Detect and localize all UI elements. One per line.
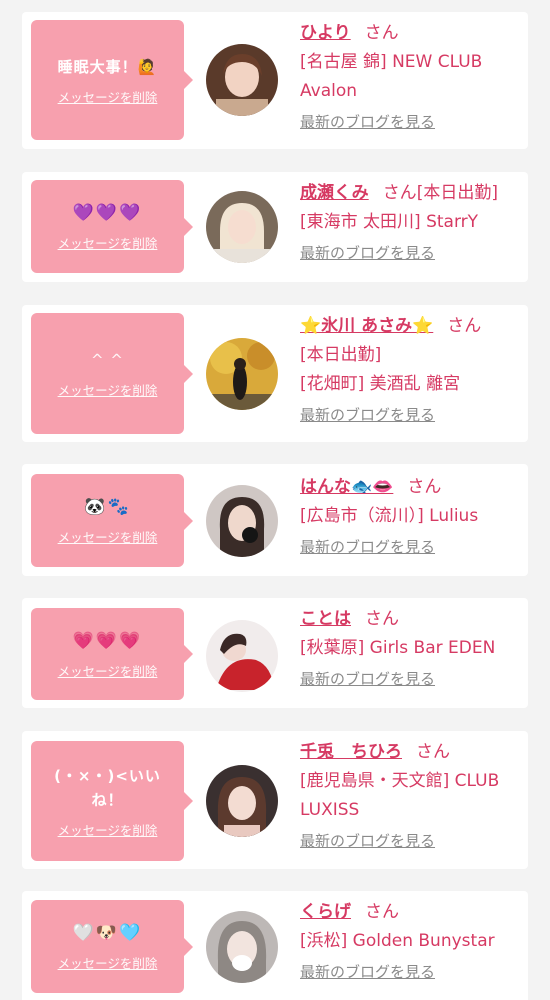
shop-line: [浜松] Golden Bunystar <box>300 931 495 951</box>
message-card: (・×・)<いいね！ メッセージを削除 千兎 ちひろ さん [鹿児島県・天文館] … <box>22 731 528 869</box>
message-text: 🤍🐶🩵 <box>72 923 143 943</box>
cast-info: 千兎 ちひろ さん [鹿児島県・天文館] CLUB LUXISS 最新のブログを見… <box>300 737 518 856</box>
message-text: ^ ^ <box>91 351 124 369</box>
latest-blog-link[interactable]: 最新のブログを見る <box>300 669 435 689</box>
cast-name-link[interactable]: ことは <box>300 609 351 629</box>
message-bubble: 💜💜💜 メッセージを削除 <box>31 180 193 273</box>
message-card: 🤍🐶🩵 メッセージを削除 くらげ さん [浜松] Golden Bunystar … <box>22 891 528 1000</box>
avatar-photo-icon <box>206 485 278 557</box>
message-bubble: 💗💗💗 メッセージを削除 <box>31 608 193 700</box>
delete-message-link[interactable]: メッセージを削除 <box>58 233 158 252</box>
cast-name-link[interactable]: ⭐氷川 あさみ⭐ <box>300 316 433 336</box>
message-card: 💜💜💜 メッセージを削除 成瀬くみ さん[本日出勤] [東海市 太田川] Star… <box>22 172 528 282</box>
avatar[interactable] <box>206 191 278 263</box>
message-text: 💜💜💜 <box>72 203 143 223</box>
honorific: さん <box>407 477 442 497</box>
shop-line: [花畑町] 美酒乱 離宮 <box>300 374 461 394</box>
message-bubble: 🐼🐾 メッセージを削除 <box>31 474 193 567</box>
message-card: 睡眠大事！🙋 メッセージを削除 ひより さん [名古屋 錦] NEW CLUB A… <box>22 12 528 149</box>
message-bubble: ^ ^ メッセージを削除 <box>31 313 193 434</box>
message-text: 🐼🐾 <box>84 497 131 517</box>
latest-blog-link[interactable]: 最新のブログを見る <box>300 243 435 263</box>
message-card: 🐼🐾 メッセージを削除 はんな🐟👄 さん [広島市（流川）] Lulius 最新の… <box>22 464 528 576</box>
message-bubble: 睡眠大事！🙋 メッセージを削除 <box>31 20 193 140</box>
shop-line: [東海市 太田川] StarrY <box>300 212 479 232</box>
avatar[interactable] <box>206 620 278 692</box>
shop-line: [名古屋 錦] NEW CLUB Avalon <box>300 52 483 101</box>
delete-message-link[interactable]: メッセージを削除 <box>58 820 158 839</box>
delete-message-link[interactable]: メッセージを削除 <box>58 953 158 972</box>
avatar[interactable] <box>206 485 278 557</box>
avatar[interactable] <box>206 765 278 837</box>
honorific: さん <box>382 183 417 203</box>
latest-blog-link[interactable]: 最新のブログを見る <box>300 112 435 132</box>
avatar-photo-icon <box>206 620 278 692</box>
avatar-photo-icon <box>206 911 278 983</box>
message-card: ^ ^ メッセージを削除 ⭐氷川 あさみ⭐ さん [本日出勤] [花畑町] 美酒乱… <box>22 305 528 442</box>
cast-name-link[interactable]: ひより <box>300 23 351 43</box>
avatar[interactable] <box>206 44 278 116</box>
message-text: 💗💗💗 <box>72 630 143 651</box>
avatar[interactable] <box>206 338 278 410</box>
honorific: さん <box>365 609 399 629</box>
message-text: (・×・)<いいね！ <box>54 766 161 809</box>
avatar-photo-icon <box>206 44 278 116</box>
honorific: さん <box>364 23 399 43</box>
cast-name-link[interactable]: はんな🐟👄 <box>300 477 393 497</box>
cast-name-link[interactable]: くらげ <box>300 902 351 922</box>
latest-blog-link[interactable]: 最新のブログを見る <box>300 831 435 851</box>
cast-info: ことは さん [秋葉原] Girls Bar EDEN 最新のブログを見る <box>300 604 518 694</box>
cast-info: ⭐氷川 あさみ⭐ さん [本日出勤] [花畑町] 美酒乱 離宮 最新のブログを見る <box>300 311 518 430</box>
avatar-photo-icon <box>206 338 278 410</box>
honorific: さん <box>447 316 482 336</box>
cast-info: くらげ さん [浜松] Golden Bunystar 最新のブログを見る <box>300 897 518 987</box>
cast-name-link[interactable]: 成瀬くみ <box>300 183 369 203</box>
shop-line: [鹿児島県・天文館] CLUB LUXISS <box>300 771 500 820</box>
delete-message-link[interactable]: メッセージを削除 <box>58 661 158 680</box>
honorific: さん <box>365 902 399 922</box>
message-bubble: (・×・)<いいね！ メッセージを削除 <box>31 741 193 861</box>
avatar-photo-icon <box>206 765 278 837</box>
cast-info: ひより さん [名古屋 錦] NEW CLUB Avalon 最新のブログを見る <box>300 18 518 137</box>
delete-message-link[interactable]: メッセージを削除 <box>58 380 158 399</box>
latest-blog-link[interactable]: 最新のブログを見る <box>300 405 435 425</box>
cast-info: 成瀬くみ さん[本日出勤] [東海市 太田川] StarrY 最新のブログを見る <box>300 178 518 268</box>
delete-message-link[interactable]: メッセージを削除 <box>58 527 158 546</box>
shop-line: [秋葉原] Girls Bar EDEN <box>300 638 496 658</box>
message-card: 💗💗💗 メッセージを削除 ことは さん [秋葉原] Girls Bar EDEN … <box>22 598 528 708</box>
shop-line: [広島市（流川）] Lulius <box>300 506 479 526</box>
status-label: [本日出勤] <box>416 183 498 203</box>
honorific: さん <box>416 742 450 762</box>
message-bubble: 🤍🐶🩵 メッセージを削除 <box>31 900 193 993</box>
cast-info: はんな🐟👄 さん [広島市（流川）] Lulius 最新のブログを見る <box>300 472 518 562</box>
status-label: [本日出勤] <box>300 345 382 365</box>
latest-blog-link[interactable]: 最新のブログを見る <box>300 962 435 982</box>
avatar[interactable] <box>206 911 278 983</box>
message-text: 睡眠大事！🙋 <box>57 57 158 76</box>
cast-name-link[interactable]: 千兎 ちひろ <box>300 742 402 762</box>
avatar-photo-icon <box>206 191 278 263</box>
latest-blog-link[interactable]: 最新のブログを見る <box>300 537 435 557</box>
delete-message-link[interactable]: メッセージを削除 <box>58 87 158 106</box>
